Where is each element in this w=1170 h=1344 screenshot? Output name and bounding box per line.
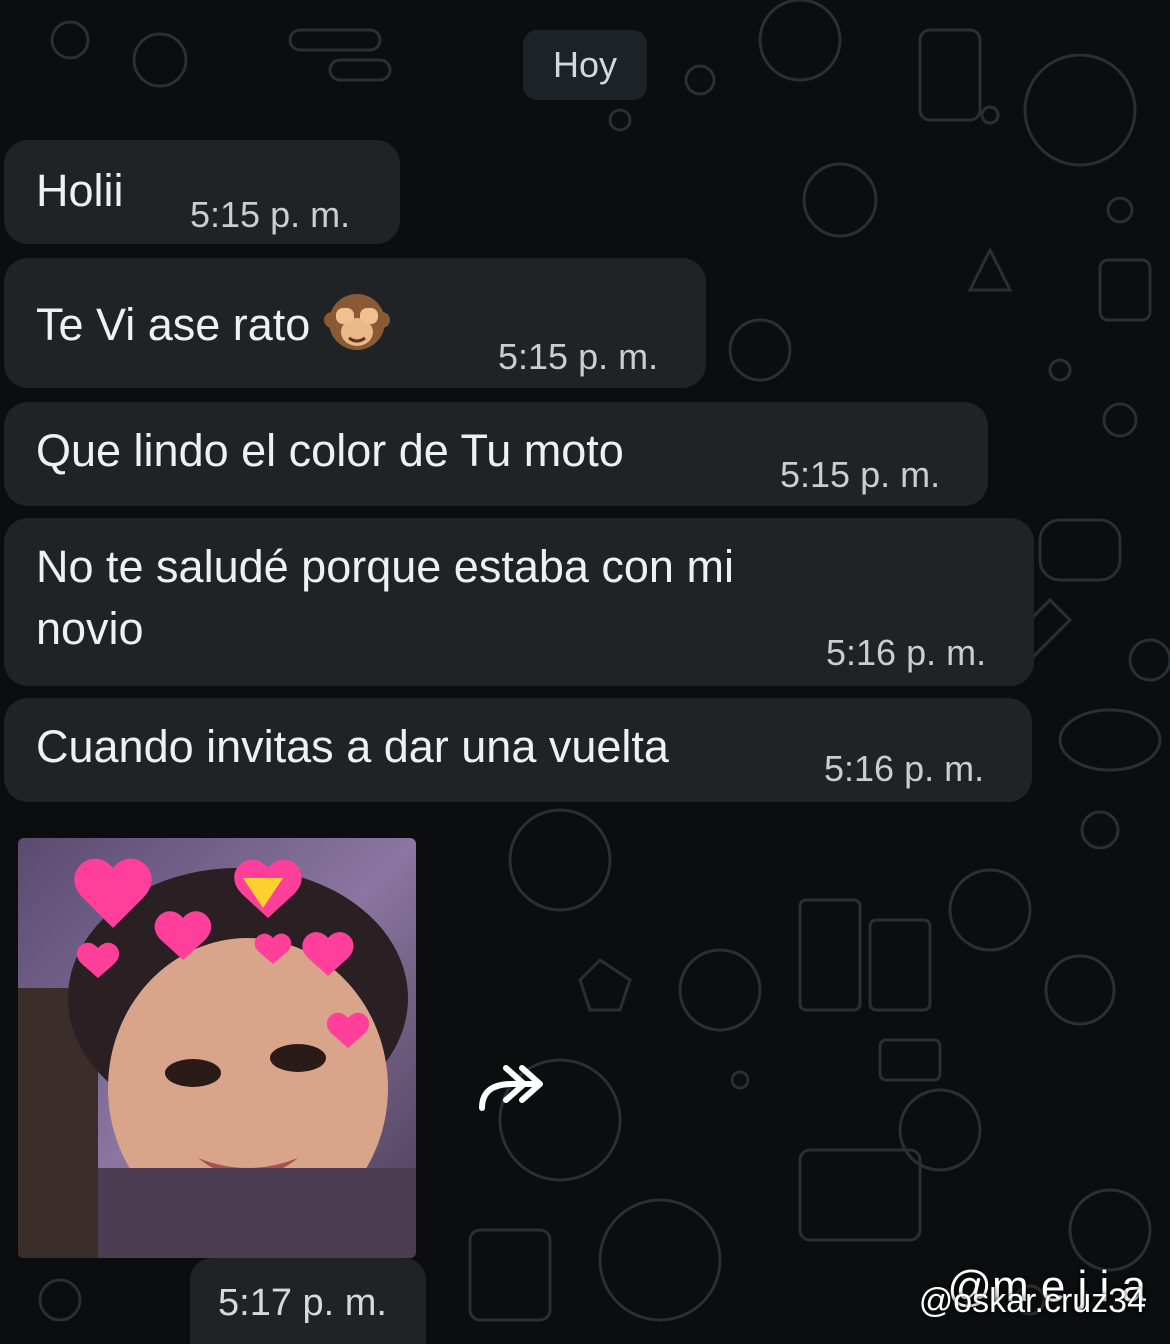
- message-bubble[interactable]: No te saludé porque estaba con mi novio …: [4, 518, 1034, 686]
- forward-icon[interactable]: [472, 1058, 552, 1118]
- image-message-time-chip: 5:17 p. m.: [190, 1258, 426, 1344]
- date-separator: Hoy: [523, 30, 647, 100]
- image-message[interactable]: [18, 838, 416, 1258]
- message-bubble[interactable]: Te Vi ase rato 5:15 p. m.: [4, 258, 706, 388]
- message-text: Te Vi ase rato: [36, 288, 391, 368]
- message-bubble[interactable]: Holii 5:15 p. m.: [4, 140, 400, 244]
- message-time: 5:17 p. m.: [218, 1282, 387, 1324]
- message-text-content: Te Vi ase rato: [36, 298, 311, 350]
- message-time: 5:15 p. m.: [780, 454, 941, 495]
- message-time: 5:15 p. m.: [190, 194, 351, 235]
- message-text-line1: No te saludé porque estaba con mi: [36, 541, 734, 592]
- message-text-line2: novio: [36, 603, 144, 654]
- watermark-secondary: @oskar.cruz34: [918, 1282, 1146, 1320]
- message-time: 5:16 p. m.: [824, 748, 985, 789]
- message-text: Que lindo el color de Tu moto: [36, 425, 624, 476]
- message-time: 5:16 p. m.: [826, 632, 987, 673]
- message-bubble[interactable]: Que lindo el color de Tu moto 5:15 p. m.: [4, 402, 988, 506]
- see-no-evil-monkey-icon: [324, 288, 391, 368]
- message-time: 5:15 p. m.: [498, 336, 659, 377]
- message-text: Holii: [36, 165, 124, 216]
- message-bubble[interactable]: Cuando invitas a dar una vuelta 5:16 p. …: [4, 698, 1032, 802]
- message-text: Cuando invitas a dar una vuelta: [36, 721, 669, 772]
- photo-sticker-icon: [18, 838, 416, 1258]
